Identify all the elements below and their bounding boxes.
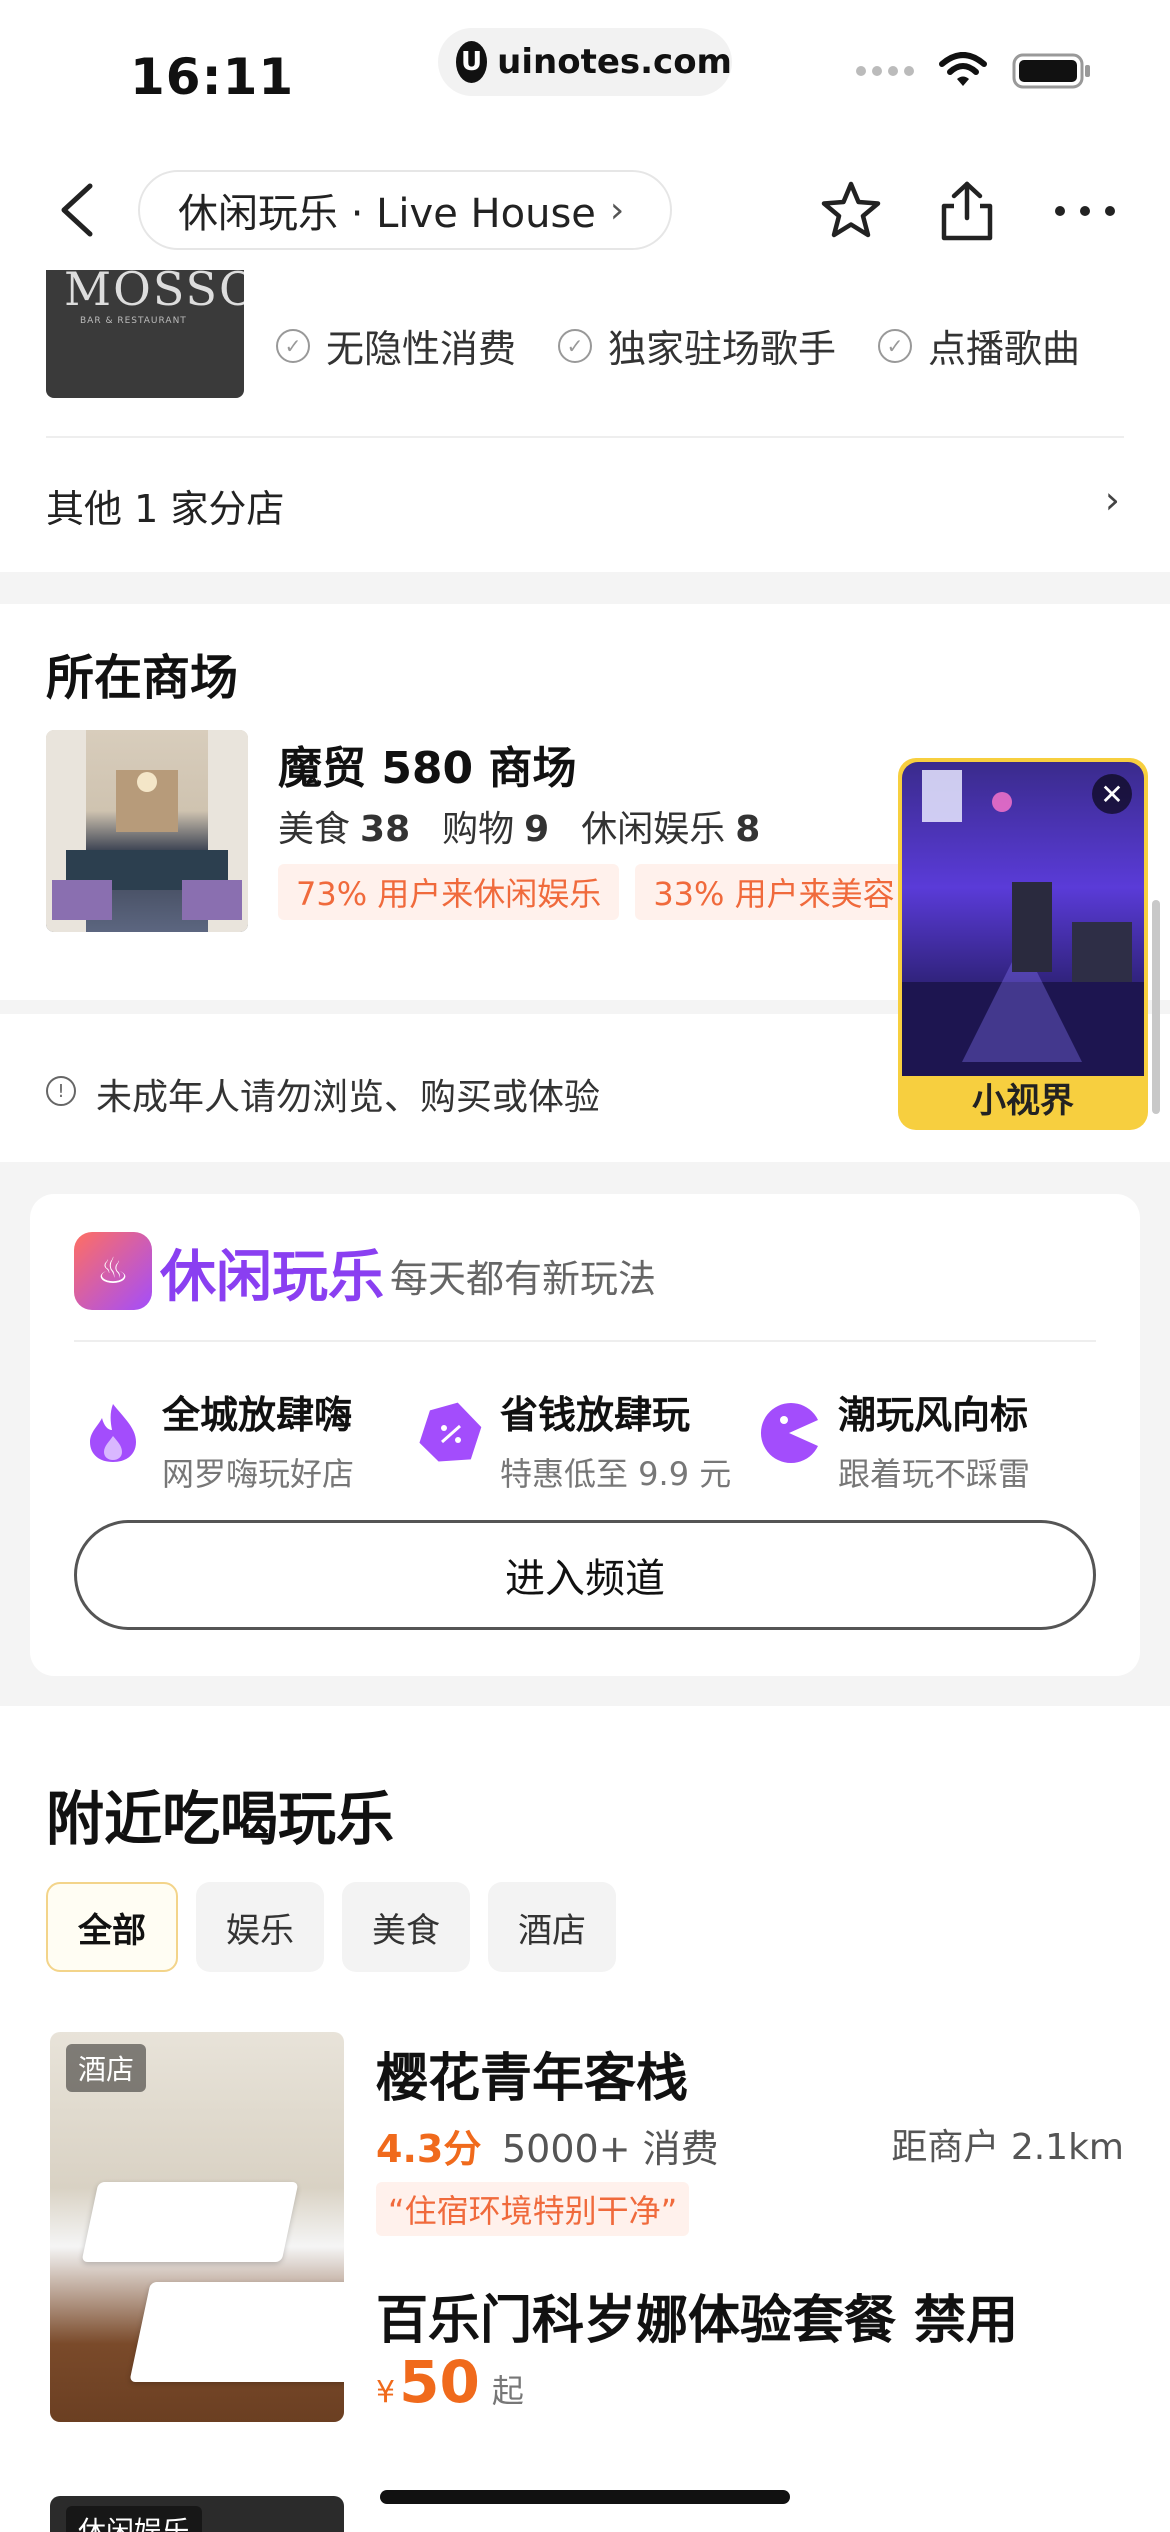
service-tag: ✓ 无隐性消费	[276, 318, 516, 373]
filter-chips: 全部 娱乐 美食 酒店	[46, 1882, 616, 1972]
category-breadcrumb[interactable]: 休闲玩乐 · Live House ›	[138, 170, 673, 250]
feature-subtitle: 特惠低至 9.9 元	[500, 1455, 732, 1493]
nearby-list-item[interactable]: 酒店 樱花青年客栈 4.3分 5000+ 消费 距商户 2.1km “住宿环境特…	[46, 2032, 1124, 2422]
poi-review-quote: “住宿环境特别干净”	[376, 2182, 690, 2236]
chip-entertainment[interactable]: 娱乐	[196, 1882, 324, 1972]
mall-stat: 购物 9	[442, 809, 550, 850]
feature-title: 潮玩风向标	[838, 1393, 1029, 1437]
close-icon[interactable]: ✕	[1092, 774, 1132, 814]
pacman-icon	[760, 1403, 818, 1463]
service-tag-label: 点播歌曲	[928, 327, 1081, 371]
channel-feature[interactable]: 省钱放肆玩 特惠低至 9.9 元	[418, 1384, 731, 1495]
mini-video-screen[interactable]: ✕	[902, 762, 1144, 1076]
poi-image[interactable]: 休闲娱乐	[50, 2496, 344, 2532]
store-logo-subtext: BAR & RESTAURANT	[80, 316, 187, 326]
mall-stats: 美食 38 购物 9 休闲娱乐 8	[278, 800, 760, 852]
feature-title: 省钱放肆玩	[500, 1393, 691, 1437]
breadcrumb-label: 休闲玩乐 · Live House	[178, 191, 596, 237]
mall-name[interactable]: 魔贸 580 商场	[278, 732, 576, 796]
leisure-channel-logo-icon: ♨	[74, 1232, 152, 1310]
channel-feature[interactable]: 潮玩风向标 跟着玩不踩雷	[756, 1384, 1030, 1495]
chip-hotel[interactable]: 酒店	[488, 1882, 616, 1972]
service-tag: ✓ 点播歌曲	[878, 318, 1080, 373]
flame-icon	[90, 1404, 136, 1462]
poi-name[interactable]: 百乐门科岁娜体验套餐 禁用	[376, 2278, 1018, 2353]
notice-text: 未成年人请勿浏览、购买或体验	[96, 1077, 601, 1118]
scrollbar[interactable]	[1152, 900, 1160, 1114]
info-icon: !	[46, 1076, 76, 1106]
star-icon[interactable]	[816, 176, 886, 246]
coupon-icon	[419, 1402, 482, 1462]
chevron-right-icon[interactable]: ›	[1105, 478, 1120, 522]
mall-stat: 休闲娱乐 8	[581, 809, 761, 850]
poi-name: 樱花青年客栈	[376, 2049, 689, 2109]
poi-image: 酒店	[50, 2032, 344, 2422]
check-circle-icon: ✓	[276, 328, 310, 363]
store-info-section: MOSSO BAR & RESTAURANT ✓ 无隐性消费 ✓ 独家驻场歌手 …	[0, 270, 1170, 572]
share-icon[interactable]	[932, 176, 1002, 246]
service-tag: ✓ 独家驻场歌手	[558, 318, 836, 373]
chip-all[interactable]: 全部	[46, 1882, 178, 1972]
url-pill[interactable]: U uinotes.com	[438, 28, 732, 96]
more-icon[interactable]	[1050, 176, 1120, 246]
feature-title: 全城放肆嗨	[162, 1393, 353, 1437]
divider	[74, 1340, 1096, 1342]
status-bar: 16:11 U uinotes.com	[0, 0, 1170, 150]
mall-badges: 73% 用户来休闲娱乐 33% 用户来美容	[278, 864, 913, 920]
store-service-tags: ✓ 无隐性消费 ✓ 独家驻场歌手 ✓ 点播歌曲	[276, 318, 1080, 373]
poi-score: 4.3分	[376, 2127, 482, 2171]
url-text: uinotes.com	[497, 42, 732, 82]
signal-dots-icon	[856, 66, 914, 76]
divider	[46, 436, 1124, 438]
bed-shape	[81, 2182, 299, 2262]
mini-video-label: 小视界	[972, 1081, 1074, 1121]
nav-bar: 休闲玩乐 · Live House ›	[0, 150, 1170, 280]
battery-icon	[1012, 53, 1090, 89]
nearby-section: 附近吃喝玩乐 全部 娱乐 美食 酒店 酒店 樱花青年客栈 4.3分 5000+ …	[0, 1706, 1170, 2532]
bed-shape	[129, 2282, 344, 2382]
site-logo-icon: U	[456, 41, 488, 83]
poi-spend-count: 5000+ 消费	[502, 2127, 719, 2171]
service-tag-label: 独家驻场歌手	[608, 327, 837, 371]
price-value: 50	[399, 2348, 480, 2416]
mall-stat: 美食 38	[278, 809, 411, 850]
nearby-title: 附近吃喝玩乐	[46, 1785, 395, 1853]
price-currency: ¥	[376, 2375, 396, 2410]
poi-category-tag: 酒店	[66, 2044, 147, 2092]
check-circle-icon: ✓	[558, 328, 593, 363]
other-branches-link[interactable]: 其他 1 家分店	[46, 478, 284, 533]
leisure-channel-card: ♨ 休闲玩乐 每天都有新玩法 全城放肆嗨 网罗嗨玩好店 省钱放肆玩 特惠低至 9…	[30, 1194, 1140, 1676]
mall-badge: 73% 用户来休闲娱乐	[278, 864, 620, 920]
back-arrow-icon[interactable]	[50, 180, 110, 240]
mall-photo-art	[46, 730, 248, 932]
chip-food[interactable]: 美食	[342, 1882, 470, 1972]
feature-subtitle: 网罗嗨玩好店	[162, 1455, 355, 1493]
store-logo-text: MOSSO	[64, 270, 244, 316]
service-tag-label: 无隐性消费	[326, 327, 517, 371]
mall-image[interactable]	[46, 730, 248, 932]
channel-name: 休闲玩乐	[160, 1245, 384, 1310]
store-logo-image: MOSSO BAR & RESTAURANT	[46, 270, 244, 398]
status-time: 16:11	[130, 48, 295, 106]
wifi-icon	[939, 52, 987, 86]
check-circle-icon: ✓	[878, 328, 913, 363]
enter-channel-button[interactable]: 进入频道	[74, 1520, 1096, 1630]
poi-price: ¥ 50 起	[376, 2348, 524, 2416]
channel-feature[interactable]: 全城放肆嗨 网罗嗨玩好店	[80, 1384, 354, 1495]
chevron-right-icon: ›	[609, 189, 625, 231]
poi-distance: 距商户 2.1km	[891, 2127, 1124, 2168]
mall-section-title: 所在商场	[46, 650, 239, 706]
status-indicators	[856, 52, 1092, 90]
channel-slogan: 每天都有新玩法	[390, 1257, 657, 1301]
mini-video-player[interactable]: ✕ 小视界	[898, 758, 1148, 1130]
poi-category-tag: 休闲娱乐	[66, 2506, 203, 2532]
feature-subtitle: 跟着玩不踩雷	[838, 1455, 1031, 1493]
home-indicator	[380, 2490, 790, 2504]
price-suffix: 起	[491, 2372, 524, 2410]
mall-badge: 33% 用户来美容	[635, 864, 913, 920]
